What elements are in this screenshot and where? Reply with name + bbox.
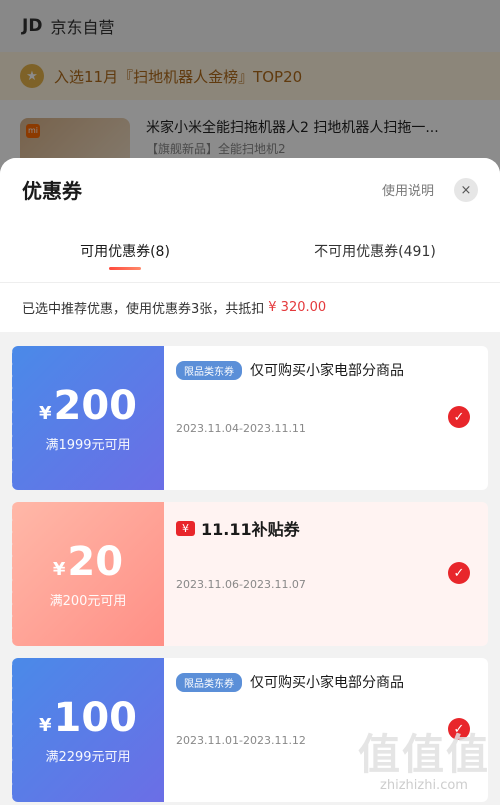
coupon-title: 11.11补贴券: [201, 520, 300, 539]
tab-unavailable[interactable]: 不可用优惠券(491): [250, 220, 500, 282]
coupon-title-row: 限品类东券 仅可购买小家电部分商品: [176, 360, 446, 380]
currency-symbol: ¥: [38, 714, 52, 736]
close-icon[interactable]: ×: [454, 178, 478, 202]
coupon-validity: 2023.11.06-2023.11.07: [176, 578, 306, 591]
coupon-info: 限品类东券 仅可购买小家电部分商品 2023.11.01-2023.11.12: [176, 672, 446, 747]
coupon-title: 仅可购买小家电部分商品: [250, 363, 404, 379]
coupon-notch: [12, 502, 16, 646]
coupon-category-tag: 限品类东券: [176, 360, 242, 380]
coupon-amount-row: ¥ 200: [39, 384, 137, 428]
coupon-tabs: 可用优惠券(8) 不可用优惠券(491): [0, 220, 500, 282]
coupon-title-row: 限品类东券 仅可购买小家电部分商品: [176, 672, 446, 692]
summary-amount: ¥ 320.00: [268, 300, 327, 315]
coupon-amount: 20: [67, 538, 124, 585]
coupon-value-panel: ¥ 200 满1999元可用: [12, 346, 164, 490]
tab-indicator: [109, 267, 141, 270]
currency-symbol: ¥: [38, 402, 52, 424]
check-icon[interactable]: ✓: [448, 406, 470, 428]
site-watermark: 值值值 zhizhizhi.com: [358, 721, 490, 793]
coupon-condition: 满1999元可用: [45, 437, 131, 453]
coupon-value-panel: ¥ 20 满200元可用: [12, 502, 164, 646]
coupon-amount-row: ¥ 100: [39, 696, 137, 740]
coupon-amount-row: ¥ 20: [53, 540, 123, 584]
coupon-validity: 2023.11.04-2023.11.11: [176, 422, 306, 435]
summary-text: 已选中推荐优惠，使用优惠券3张，共抵扣: [22, 302, 265, 317]
coupon-card[interactable]: ¥ 20 满200元可用 ¥ 11.11补贴券 2023.11.06-2023.…: [12, 502, 488, 646]
check-icon[interactable]: ✓: [448, 562, 470, 584]
tab-available[interactable]: 可用优惠券(8): [0, 220, 250, 282]
coupon-info: 限品类东券 仅可购买小家电部分商品 2023.11.04-2023.11.11: [176, 360, 446, 435]
coupon-category-tag: 限品类东券: [176, 672, 242, 692]
coupon-validity: 2023.11.01-2023.11.12: [176, 734, 306, 747]
tab-label: 不可用优惠券(491): [314, 244, 436, 260]
sheet-title: 优惠券: [22, 178, 82, 203]
coupon-amount: 100: [53, 694, 138, 741]
selection-summary: 已选中推荐优惠，使用优惠券3张，共抵扣 ¥ 320.00: [0, 282, 500, 332]
coupon-notch: [12, 346, 16, 490]
coupon-title: 仅可购买小家电部分商品: [250, 675, 404, 691]
subsidy-yen-icon: ¥: [176, 520, 195, 536]
tab-label: 可用优惠券(8): [80, 244, 170, 260]
coupon-card[interactable]: ¥ 200 满1999元可用 限品类东券 仅可购买小家电部分商品 2023.11…: [12, 346, 488, 490]
coupon-value-panel: ¥ 100 满2299元可用: [12, 658, 164, 802]
subsidy-badge: ¥ 11.11补贴券: [176, 516, 446, 540]
coupon-condition: 满2299元可用: [45, 749, 131, 765]
coupon-sheet: 优惠券 使用说明 × 可用优惠券(8) 不可用优惠券(491) 已选中推荐优惠，…: [0, 158, 500, 805]
coupon-amount: 200: [53, 382, 138, 429]
coupon-condition: 满200元可用: [49, 593, 127, 609]
sheet-header: 优惠券 使用说明 ×: [0, 158, 500, 220]
coupon-notch: [12, 658, 16, 802]
usage-instructions-link[interactable]: 使用说明: [382, 180, 434, 199]
currency-symbol: ¥: [52, 558, 66, 580]
watermark-logo: 值值值: [357, 730, 490, 779]
coupon-info: ¥ 11.11补贴券 2023.11.06-2023.11.07: [176, 516, 446, 591]
